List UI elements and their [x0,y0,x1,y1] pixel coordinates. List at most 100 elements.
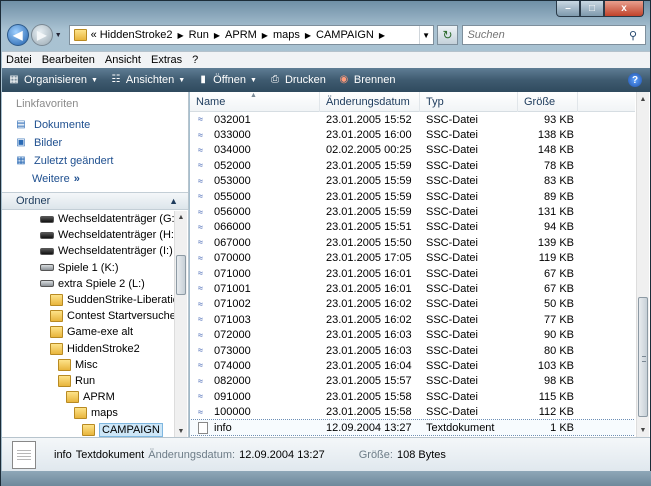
favorite-pictures[interactable]: ▣ Bilder [2,134,188,152]
file-row[interactable]: ≈074000 23.01.2005 16:04 SSC-Datei 103 KB [190,358,635,373]
burn-button[interactable]: ◉ Brennen [338,74,396,86]
folder-tree-item[interactable]: Contest Startversuche [2,308,174,324]
breadcrumb-separator-icon[interactable]: ▶ [262,31,268,40]
maximize-button[interactable]: □ [580,1,604,17]
favorite-documents[interactable]: ▤ Dokumente [2,116,188,134]
favorite-label: Dokumente [34,119,91,131]
breadcrumb-separator-icon[interactable]: ▶ [178,31,184,40]
organize-button[interactable]: ▦ Organisieren ▼ [8,74,98,86]
folder-tree-item[interactable]: Game-exe alt [2,324,174,340]
column-name[interactable]: Name ▲ [190,92,320,112]
folder-tree-item[interactable]: CAMPAIGN [2,421,174,437]
breadcrumb-separator-icon[interactable]: ▶ [214,31,220,40]
menu-item[interactable]: Datei [6,54,32,66]
file-row[interactable]: ≈052000 23.01.2005 15:59 SSC-Datei 78 KB [190,158,635,173]
scroll-down-icon[interactable]: ▼ [175,425,187,437]
file-row[interactable]: ≈071003 23.01.2005 16:02 SSC-Datei 77 KB [190,312,635,327]
organize-label: Organisieren [24,74,87,86]
folders-header[interactable]: Ordner ▲ [2,192,188,210]
file-row[interactable]: ≈034000 02.02.2005 00:25 SSC-Datei 148 KB [190,143,635,158]
file-date: 02.02.2005 00:25 [326,144,412,157]
file-row[interactable]: ≈071000 23.01.2005 16:01 SSC-Datei 67 KB [190,266,635,281]
file-row[interactable]: ≈091000 23.01.2005 15:58 SSC-Datei 115 KB [190,389,635,404]
file-row[interactable]: ≈073000 23.01.2005 16:03 SSC-Datei 80 KB [190,343,635,358]
menu-item[interactable]: Ansicht [105,54,141,66]
ssc-file-icon: ≈ [198,314,203,325]
file-row[interactable]: ≈070000 23.01.2005 17:05 SSC-Datei 119 KB [190,251,635,266]
folder-tree-item[interactable]: maps [2,405,174,421]
scroll-down-icon[interactable]: ▼ [637,423,649,437]
scroll-thumb[interactable] [176,255,186,295]
breadcrumb-item[interactable]: maps [273,29,300,41]
file-row[interactable]: ≈066000 23.01.2005 15:51 SSC-Datei 94 KB [190,220,635,235]
minimize-button[interactable]: – [556,1,580,17]
file-row[interactable]: ≈072000 23.01.2005 16:03 SSC-Datei 90 KB [190,327,635,342]
file-row[interactable]: ≈033000 23.01.2005 16:00 SSC-Datei 138 KB [190,127,635,142]
file-row[interactable]: ≈055000 23.01.2005 15:59 SSC-Datei 89 KB [190,189,635,204]
help-icon[interactable]: ? [628,73,642,87]
file-type: SSC-Datei [426,313,478,326]
hard-drive-icon [40,264,54,272]
forward-button[interactable]: ▶ [30,24,53,46]
file-date: 23.01.2005 17:05 [326,252,412,265]
search-input[interactable] [467,29,628,41]
scroll-thumb[interactable] [638,297,648,417]
scroll-up-icon[interactable]: ▲ [637,92,649,106]
menu-item[interactable]: Bearbeiten [42,54,95,66]
breadcrumb-item[interactable]: Run [189,29,209,41]
breadcrumb-item[interactable]: HiddenStroke2 [100,29,173,41]
folder-tree-item[interactable]: SuddenStrike-Liberation [2,292,174,308]
file-row[interactable]: ≈071001 23.01.2005 16:01 SSC-Datei 67 KB [190,281,635,296]
folder-tree-item[interactable]: extra Spiele 2 (L:) [2,276,174,292]
file-row[interactable]: info 12.09.2004 13:27 Textdokument 1 KB [190,418,635,437]
details-file-name: info [54,448,72,461]
address-dropdown[interactable]: ▼ [418,26,433,44]
refresh-button[interactable]: ↻ [436,25,459,45]
file-row[interactable]: ≈100000 23.01.2005 15:58 SSC-Datei 112 KB [190,404,635,419]
folder-tree-item[interactable]: HiddenStroke2 [2,341,174,357]
breadcrumb-separator-icon[interactable]: ▶ [379,31,385,40]
open-button[interactable]: ▮ Öffnen ▼ [197,74,257,86]
file-row[interactable]: ≈082000 23.01.2005 15:57 SSC-Datei 98 KB [190,374,635,389]
file-date: 23.01.2005 15:58 [326,390,412,403]
folder-tree: Wechseldatenträger (G:) Wechseldatenträge… [2,211,174,437]
views-button[interactable]: ☷ Ansichten ▼ [110,74,185,86]
file-row[interactable]: ≈067000 23.01.2005 15:50 SSC-Datei 139 KB [190,235,635,250]
back-button[interactable]: ◀ [7,24,29,46]
breadcrumb-separator-icon[interactable]: ▶ [305,31,311,40]
file-size: 103 KB [537,359,574,372]
column-date[interactable]: Änderungsdatum [320,92,420,112]
close-button[interactable]: x [604,1,644,17]
favorite-recent[interactable]: ▦ Zuletzt geändert [2,152,188,170]
menu-item[interactable]: Extras [151,54,182,66]
print-button[interactable]: ⎙ Drucken [269,74,326,86]
file-type: SSC-Datei [426,267,478,280]
folder-tree-item[interactable]: Wechseldatenträger (H:) [2,227,174,243]
breadcrumb-item[interactable]: APRM [225,29,257,41]
search-icon[interactable]: ⚲ [629,29,645,42]
scroll-up-icon[interactable]: ▲ [175,211,187,223]
folder-icon [73,29,87,41]
file-row[interactable]: ≈056000 23.01.2005 15:59 SSC-Datei 131 KB [190,204,635,219]
history-dropdown[interactable]: ▼ [55,32,65,39]
file-row[interactable]: ≈053000 23.01.2005 15:59 SSC-Datei 83 KB [190,174,635,189]
folder-tree-item[interactable]: Misc [2,357,174,373]
more-favorites-link[interactable]: Weitere » [2,170,188,188]
menu-item[interactable]: ? [192,54,198,66]
file-row[interactable]: ≈071002 23.01.2005 16:02 SSC-Datei 50 KB [190,297,635,312]
file-list-scrollbar[interactable]: ▲ ▼ [636,92,649,437]
column-type[interactable]: Typ [420,92,518,112]
folder-tree-item[interactable]: APRM [2,389,174,405]
column-size[interactable]: Größe [518,92,578,112]
folder-tree-item[interactable]: Wechseldatenträger (I:) [2,243,174,259]
folder-tree-scrollbar[interactable]: ▲ ▼ [174,211,187,437]
file-type: SSC-Datei [426,390,478,403]
ssc-file-icon: ≈ [198,175,203,186]
file-row[interactable]: ≈032001 23.01.2005 15:52 SSC-Datei 93 KB [190,112,635,127]
menu-bar: Datei Bearbeiten Ansicht Extras? [2,51,650,68]
folder-tree-item[interactable]: Wechseldatenträger (G:) [2,211,174,227]
folder-tree-item[interactable]: Run [2,373,174,389]
folder-tree-item[interactable]: Spiele 1 (K:) [2,260,174,276]
address-bar[interactable]: « HiddenStroke2 ▶ Run ▶ APRM ▶ maps ▶ CAMPAIGN ▶ … [68,25,434,45]
breadcrumb-item[interactable]: CAMPAIGN [316,29,374,41]
